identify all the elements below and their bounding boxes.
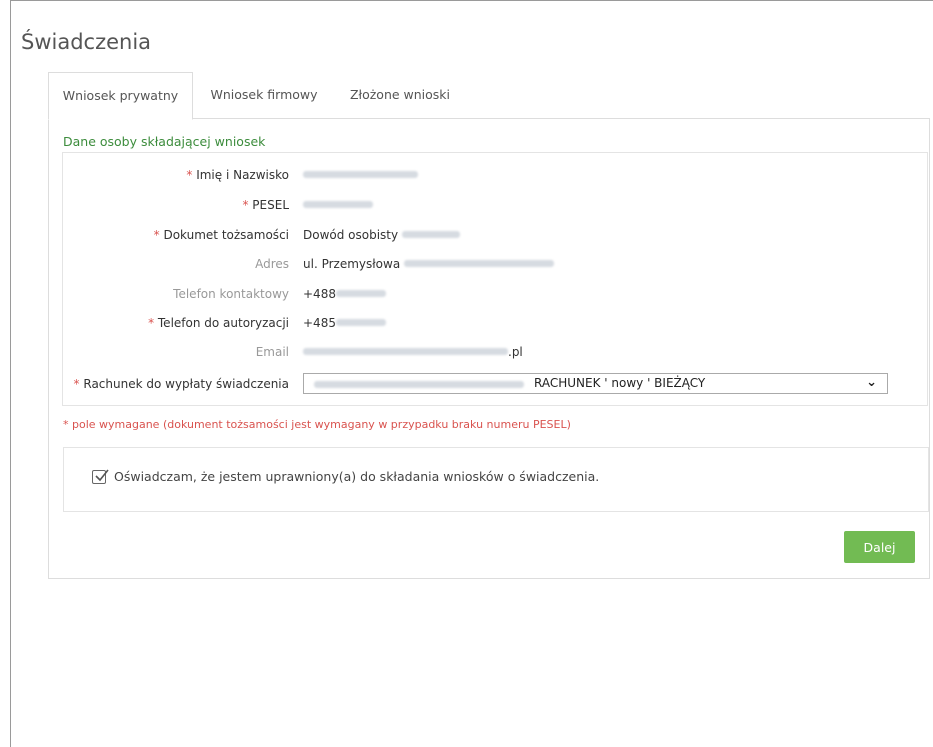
auth-phone-value: +485 xyxy=(303,313,386,333)
applicant-data-box: * Imię i Nazwisko * PESEL * Dokumet tożs… xyxy=(62,152,928,406)
name-label: * Imię i Nazwisko xyxy=(186,168,289,182)
row-name: * Imię i Nazwisko xyxy=(63,165,903,185)
row-id-document: * Dokumet tożsamości Dowód osobisty xyxy=(63,225,903,245)
pesel-label: * PESEL xyxy=(242,198,289,212)
contact-phone-value: +488 xyxy=(303,284,386,304)
account-select-value: RACHUNEK ' nowy ' BIEŻĄCY xyxy=(534,376,706,390)
required-fields-note: * pole wymagane (dokument tożsamości jes… xyxy=(63,418,571,431)
tab-panel: Dane osoby składającej wniosek * Imię i … xyxy=(48,118,930,579)
contact-phone-label: Telefon kontaktowy xyxy=(173,287,289,301)
row-auth-phone: * Telefon do autoryzacji +485 xyxy=(63,313,903,333)
row-email: Email .pl xyxy=(63,342,903,362)
checkbox-checked-icon[interactable] xyxy=(92,469,109,484)
id-document-label: * Dokumet tożsamości xyxy=(153,228,289,242)
email-value: .pl xyxy=(303,342,523,362)
address-value: ul. Przemysłowa xyxy=(303,254,554,274)
name-value xyxy=(303,165,418,185)
tab-submitted-applications[interactable]: Złożone wnioski xyxy=(338,72,462,118)
pesel-value xyxy=(303,195,373,215)
consent-label[interactable]: Oświadczam, że jestem uprawniony(a) do s… xyxy=(114,468,599,486)
page-title: Świadczenia xyxy=(21,30,152,54)
tabs-bar: Wniosek prywatny Wniosek firmowy Złożone… xyxy=(48,72,930,120)
tab-company-application[interactable]: Wniosek firmowy xyxy=(202,72,326,118)
email-label: Email xyxy=(255,345,289,359)
account-label: * Rachunek do wypłaty świadczenia xyxy=(73,377,289,391)
consent-box: Oświadczam, że jestem uprawniony(a) do s… xyxy=(63,447,929,512)
account-number-value xyxy=(314,381,524,388)
row-contact-phone: Telefon kontaktowy +488 xyxy=(63,284,903,304)
chevron-down-icon: ⌄ xyxy=(866,375,877,390)
row-pesel: * PESEL xyxy=(63,195,903,215)
next-button[interactable]: Dalej xyxy=(844,531,915,563)
account-select[interactable]: RACHUNEK ' nowy ' BIEŻĄCY ⌄ xyxy=(303,373,888,394)
auth-phone-label: * Telefon do autoryzacji xyxy=(148,316,289,330)
address-label: Adres xyxy=(255,257,289,271)
app-frame: Świadczenia Wniosek prywatny Wniosek fir… xyxy=(10,0,933,747)
id-document-value: Dowód osobisty xyxy=(303,225,460,245)
section-title: Dane osoby składającej wniosek xyxy=(63,134,266,149)
tab-private-application[interactable]: Wniosek prywatny xyxy=(48,72,193,120)
row-account: * Rachunek do wypłaty świadczenia RACHUN… xyxy=(63,373,903,394)
row-address: Adres ul. Przemysłowa xyxy=(63,254,903,274)
